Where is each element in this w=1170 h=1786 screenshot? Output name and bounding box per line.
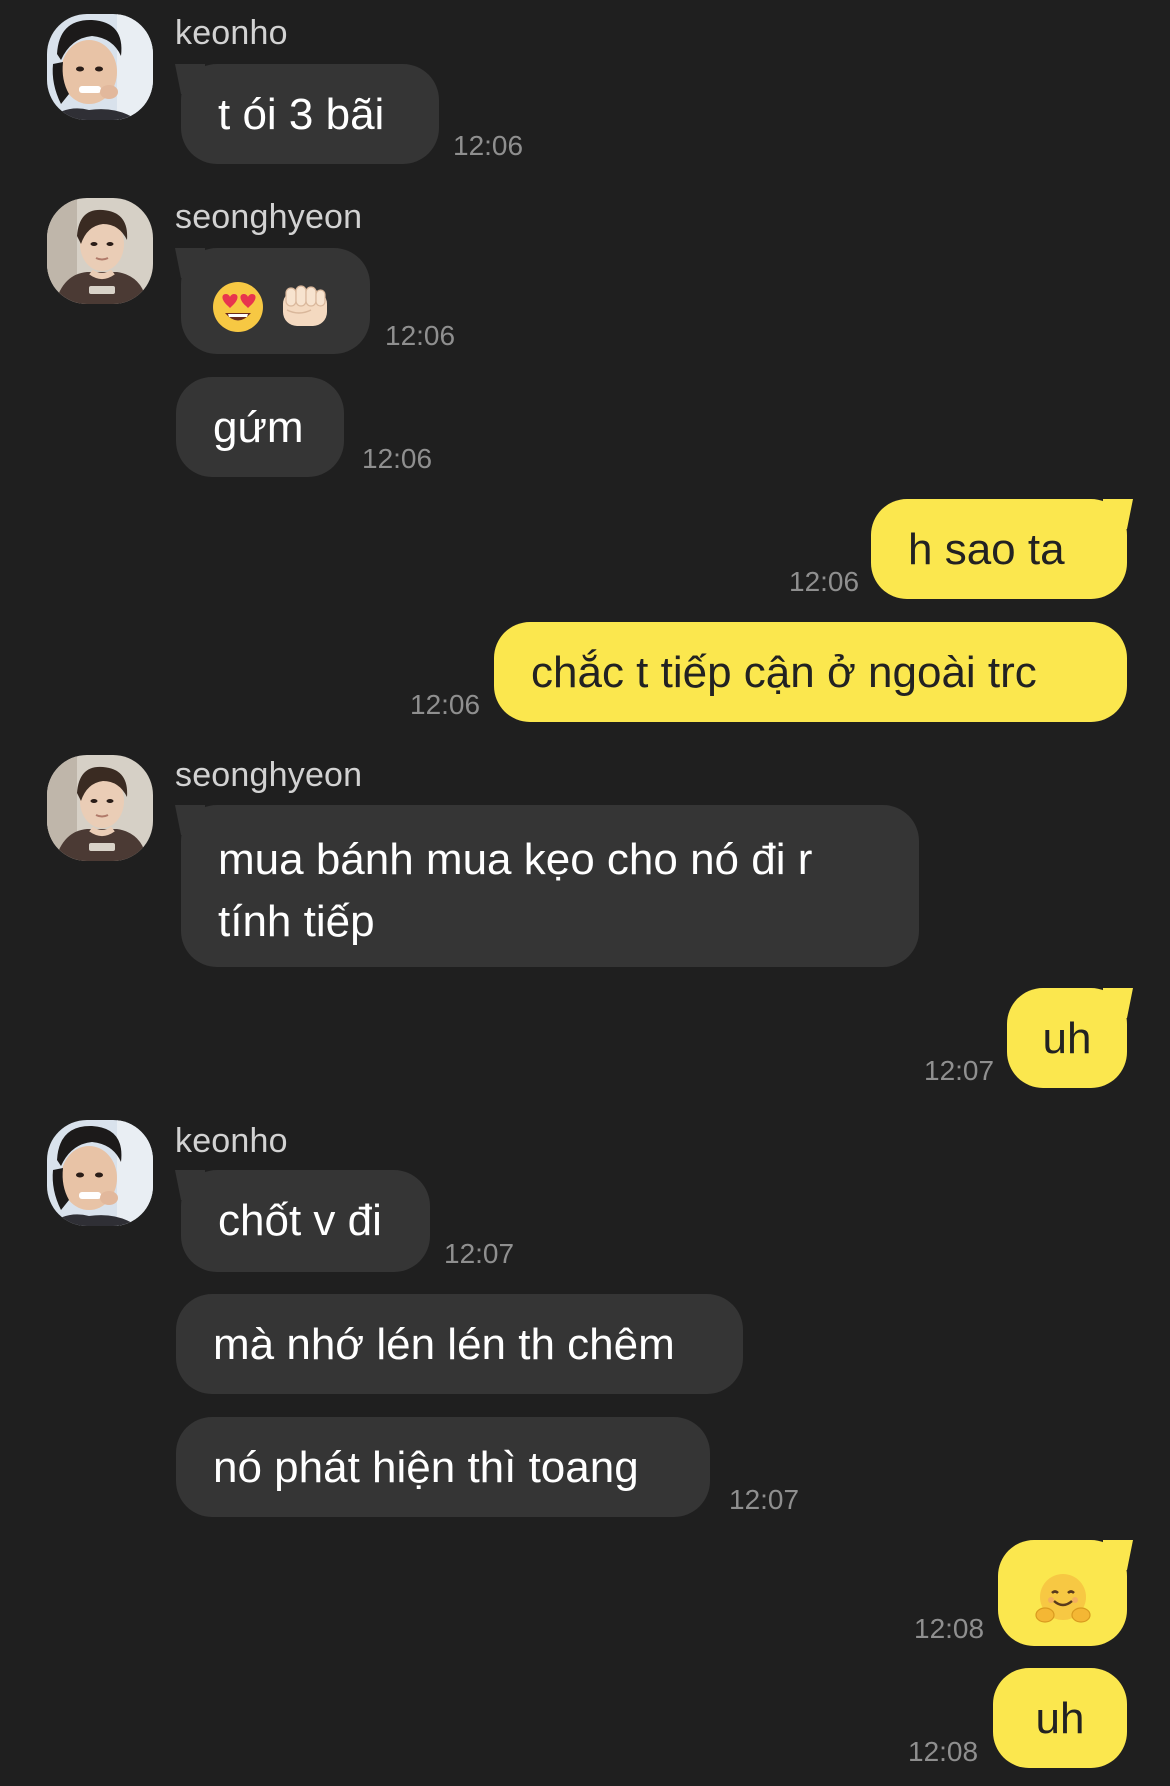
message-time: 12:06 [362, 443, 433, 474]
message-bubble[interactable]: mua bánh mua kẹo cho nó đi r tính tiếp [181, 805, 919, 967]
message-time: 12:08 [908, 1736, 979, 1767]
sender-name: seonghyeon [175, 756, 363, 794]
message-bubble[interactable]: nó phát hiện thì toang [176, 1417, 710, 1517]
sender-name: keonho [175, 1122, 288, 1160]
hugging-face-icon [1034, 1572, 1092, 1623]
message-text: mà nhớ lén lén th chêm [213, 1320, 675, 1369]
message-bubble[interactable] [181, 248, 370, 354]
oncoming-fist-icon [277, 280, 333, 329]
message-bubble[interactable] [998, 1540, 1127, 1646]
message-time: 12:08 [914, 1613, 985, 1644]
message-time: 12:06 [789, 566, 860, 597]
message-text: uh [1042, 1014, 1092, 1063]
message-time: 12:06 [410, 689, 481, 720]
message-bubble[interactable]: chốt v đi [181, 1170, 430, 1272]
message-time: 12:06 [385, 320, 456, 351]
avatar-seonghyeon[interactable] [47, 198, 153, 304]
avatar-keonho[interactable] [47, 14, 153, 120]
profile-photo-icon [47, 14, 153, 120]
message-time: 12:07 [444, 1238, 515, 1269]
message-text: h sao ta [908, 525, 1065, 574]
message-time: 12:07 [924, 1055, 995, 1086]
message-text: t ói 3 bãi [218, 90, 385, 139]
chat-thread: keonho t ói 3 bãi 12:06 seonghyeon 12:06… [0, 0, 1170, 1786]
avatar-seonghyeon[interactable] [47, 755, 153, 861]
sender-name: keonho [175, 14, 288, 52]
message-text: chốt v đi [218, 1196, 382, 1245]
heart-eyes-face-icon [211, 280, 277, 333]
message-bubble[interactable]: t ói 3 bãi [181, 64, 439, 164]
message-text: chắc t tiếp cận ở ngoài trc [531, 648, 1037, 697]
profile-photo-icon [47, 198, 153, 304]
message-text: gứm [213, 403, 304, 452]
message-bubble[interactable]: chắc t tiếp cận ở ngoài trc [494, 622, 1127, 722]
message-bubble[interactable]: mà nhớ lén lén th chêm [176, 1294, 743, 1394]
profile-photo-icon [47, 755, 153, 861]
message-text: uh [1035, 1694, 1085, 1743]
avatar-keonho[interactable] [47, 1120, 153, 1226]
message-bubble[interactable]: h sao ta [871, 499, 1127, 599]
message-text: mua bánh mua kẹo cho nó đi r tính tiếp [218, 835, 813, 946]
message-bubble[interactable]: uh [1007, 988, 1127, 1088]
sender-name: seonghyeon [175, 198, 363, 236]
message-time: 12:06 [453, 130, 524, 161]
message-text: nó phát hiện thì toang [213, 1443, 639, 1492]
message-time: 12:07 [729, 1484, 800, 1515]
message-bubble[interactable]: uh [993, 1668, 1127, 1768]
profile-photo-icon [47, 1120, 153, 1226]
message-bubble[interactable]: gứm [176, 377, 344, 477]
